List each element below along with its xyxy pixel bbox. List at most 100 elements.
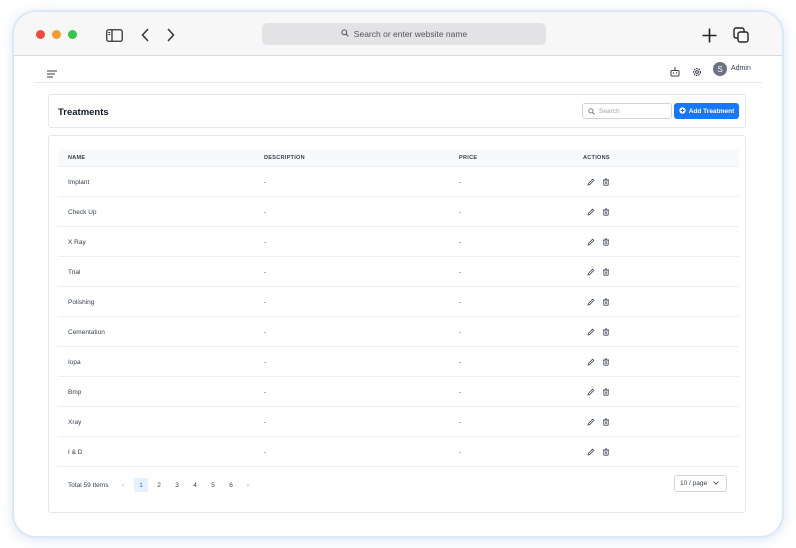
page-size-value: 10 / page [680, 480, 708, 487]
search-icon [341, 29, 349, 39]
cell-description: - [264, 299, 267, 306]
cell-description: - [264, 389, 267, 396]
trash-icon[interactable] [601, 327, 610, 336]
cell-name: Implant [68, 179, 90, 186]
cell-price: - [459, 449, 462, 456]
trash-icon[interactable] [601, 177, 610, 186]
prev-page-button[interactable]: ‹ [116, 478, 130, 492]
cell-price: - [459, 419, 462, 426]
browser-toolbar: Search or enter website name [14, 12, 782, 56]
trash-icon[interactable] [601, 447, 610, 456]
address-bar-placeholder: Search or enter website name [353, 29, 468, 39]
pencil-icon[interactable] [586, 327, 595, 336]
pencil-icon[interactable] [586, 447, 595, 456]
close-window-button[interactable] [36, 30, 45, 39]
chevron-down-icon [713, 480, 719, 487]
cell-description: - [264, 209, 267, 216]
page-button-3[interactable]: 3 [170, 478, 184, 492]
chevron-left-icon[interactable] [135, 26, 155, 44]
table-row: Xray - - [58, 407, 739, 437]
cell-name: X Ray [68, 239, 86, 246]
cell-name: Bmp [68, 389, 82, 396]
page-size-select[interactable]: 10 / page [674, 475, 727, 492]
trash-icon[interactable] [601, 297, 610, 306]
table-row: I & D-- [58, 437, 739, 467]
cell-price: - [459, 359, 462, 366]
cell-price: - [459, 209, 462, 216]
pencil-icon[interactable] [586, 387, 595, 396]
column-header-description: DESCRIPTION [264, 155, 305, 161]
add-treatment-button[interactable]: Add Treatment [674, 103, 739, 119]
total-items: Total 59 Items [68, 482, 109, 489]
trash-icon[interactable] [601, 237, 610, 246]
trash-icon[interactable] [601, 207, 610, 216]
search-box[interactable] [582, 103, 672, 119]
cell-description: - [264, 179, 267, 186]
pencil-icon[interactable] [586, 267, 595, 276]
robot-icon[interactable] [670, 64, 680, 82]
pencil-icon[interactable] [586, 297, 595, 306]
pencil-icon[interactable] [586, 207, 595, 216]
avatar[interactable]: S [713, 62, 727, 76]
cell-price: - [459, 329, 462, 336]
table-row: Cementation - - [58, 317, 739, 347]
minimize-window-button[interactable] [52, 30, 61, 39]
pencil-icon[interactable] [586, 417, 595, 426]
table-row: Implant - - [58, 167, 739, 197]
page-button-1[interactable]: 1 [134, 478, 148, 492]
cell-description: - [264, 449, 267, 456]
cell-price: - [459, 269, 462, 276]
page-button-4[interactable]: 4 [188, 478, 202, 492]
sidebar-icon[interactable] [104, 26, 124, 44]
pencil-icon[interactable] [586, 357, 595, 366]
cell-price: - [459, 179, 462, 186]
column-header-name: NAME [68, 155, 86, 161]
pencil-icon[interactable] [586, 177, 595, 186]
page-header: Treatments Add Treatment [48, 94, 746, 128]
page-button-2[interactable]: 2 [152, 478, 166, 492]
table-header: NAME DESCRIPTION PRICE ACTIONS [58, 149, 739, 167]
cell-description: - [264, 329, 267, 336]
cell-description: - [264, 419, 267, 426]
table-row: Iopa - - [58, 347, 739, 377]
chevron-right-icon[interactable] [160, 26, 180, 44]
cell-description: - [264, 239, 267, 246]
table-row: Check Up - - [58, 197, 739, 227]
column-header-price: PRICE [459, 155, 478, 161]
next-page-button[interactable]: › [241, 478, 255, 492]
page-button-6[interactable]: 6 [224, 478, 238, 492]
search-input[interactable] [599, 107, 669, 115]
table-row: Polishing - - [58, 287, 739, 317]
column-header-actions: ACTIONS [583, 155, 610, 161]
menu-icon[interactable] [47, 65, 57, 83]
cell-name: Check Up [68, 209, 97, 216]
cell-name: Trial [68, 269, 81, 276]
page-title: Treatments [58, 107, 109, 118]
pencil-icon[interactable] [586, 237, 595, 246]
table-row: Trial - - [58, 257, 739, 287]
treatments-table-card: NAME DESCRIPTION PRICE ACTIONS Implant - -… [48, 135, 746, 513]
plus-circle-icon [679, 106, 686, 116]
gear-icon[interactable] [692, 64, 702, 82]
trash-icon[interactable] [601, 357, 610, 366]
trash-icon[interactable] [601, 387, 610, 396]
cell-price: - [459, 389, 462, 396]
cell-name: I & D [68, 449, 83, 456]
app-header: S Admin [34, 57, 762, 83]
browser-window: Search or enter website name S Admin Tre… [14, 12, 782, 536]
table-row: X Ray - - [58, 227, 739, 257]
plus-icon[interactable] [699, 26, 719, 44]
cell-price: - [459, 239, 462, 246]
cell-name: Cementation [68, 329, 105, 336]
maximize-window-button[interactable] [68, 30, 77, 39]
cell-price: - [459, 299, 462, 306]
user-name[interactable]: Admin [731, 65, 751, 72]
tabs-icon[interactable] [731, 26, 751, 44]
page-button-5[interactable]: 5 [206, 478, 220, 492]
trash-icon[interactable] [601, 417, 610, 426]
address-bar[interactable]: Search or enter website name [262, 23, 546, 45]
add-treatment-label: Add Treatment [688, 107, 735, 115]
table-row: Bmp - - [58, 377, 739, 407]
trash-icon[interactable] [601, 267, 610, 276]
cell-name: Iopa [68, 359, 81, 366]
